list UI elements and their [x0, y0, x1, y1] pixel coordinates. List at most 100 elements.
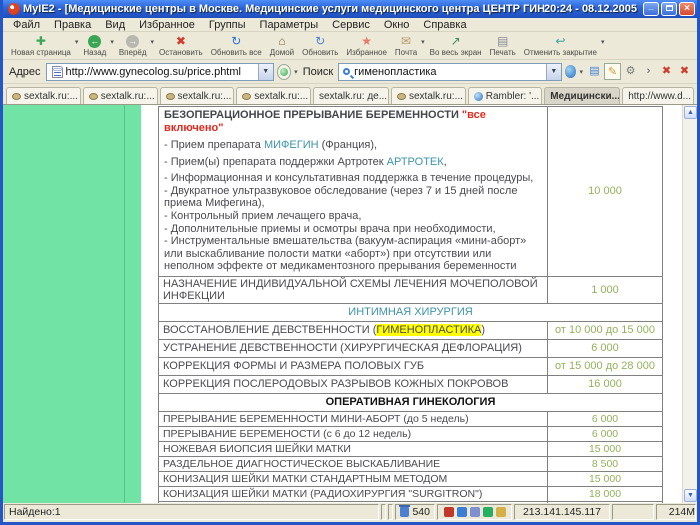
service-price: 16 000 — [547, 376, 662, 393]
trash-icon[interactable] — [400, 507, 409, 517]
closed-pages-panel[interactable]: 540 — [395, 504, 435, 520]
mail-dropdown[interactable]: ▾ — [421, 38, 425, 46]
forward-dropdown[interactable]: ▾ — [151, 38, 155, 46]
go-button[interactable] — [277, 64, 292, 80]
stop-button[interactable]: ✖Остановить — [155, 35, 207, 57]
globe-icon — [474, 92, 483, 101]
globe-icon[interactable] — [565, 65, 577, 78]
menu-Вид[interactable]: Вид — [99, 19, 131, 31]
refresh-all-button[interactable]: ↻Обновить все — [207, 35, 266, 57]
service-price: 10 000 — [547, 107, 662, 276]
forward-button[interactable]: →Вперёд — [115, 35, 151, 57]
service-price: 6 000 — [547, 412, 662, 426]
trash-count: 540 — [412, 506, 430, 518]
service-text: КОРРЕКЦИЯ ФОРМЫ И РАЗМЕРА ПОЛОВЫХ ГУБ — [163, 360, 424, 372]
drug-link[interactable]: МИФЕГИН — [264, 139, 319, 151]
statusbar-plugin-icon[interactable] — [496, 507, 506, 517]
new-page-button[interactable]: ✚Новая страница — [7, 35, 75, 57]
search-input[interactable]: гименопластика ▼ — [338, 63, 562, 81]
statusbar-plugin-icon[interactable] — [444, 507, 454, 517]
favorites-button[interactable]: ★Избранное — [342, 35, 391, 57]
statusbar-plugin-icon[interactable] — [483, 507, 493, 517]
address-dropdown[interactable]: ▼ — [258, 64, 273, 80]
chevron-right-icon[interactable]: › — [640, 63, 657, 80]
drug-link[interactable]: АРТРОТЕК — [387, 156, 444, 168]
home-button[interactable]: ⌂Домой — [266, 35, 298, 57]
table-row: КОРРЕКЦИЯ ФОРМЫ И РАЗМЕРА ПОЛОВЫХ ГУБот … — [159, 358, 662, 376]
table-row: УСТРАНЕНИЕ ДЕВСТВЕННОСТИ (ХИРУРГИЧЕСКАЯ … — [159, 340, 662, 358]
statusbar-plugin-icon[interactable] — [470, 507, 480, 517]
table-row: БЕЗОПЕРАЦИОННОЕ ПРЕРЫВАНИЕ БЕРЕМЕННОСТИ … — [159, 107, 662, 277]
mail-button[interactable]: ✉Почта — [391, 35, 421, 57]
menu-Справка[interactable]: Справка — [417, 19, 472, 31]
search-label: Поиск — [303, 66, 333, 78]
tab-9[interactable]: http://www.d... — [622, 87, 694, 104]
detail-text: (Франция), — [319, 139, 378, 151]
favorites-icon: ★ — [361, 35, 372, 48]
detail-text: - Информационная и консультативная подде… — [164, 172, 533, 184]
service-text: ) — [481, 324, 485, 336]
close-tab-icon[interactable]: ✖ — [658, 63, 675, 80]
new-page-dropdown[interactable]: ▾ — [75, 38, 79, 46]
tab-1[interactable]: sextalk.ru:... — [6, 87, 81, 104]
service-text: ПРЕРЫВАНИЕ БЕРЕМЕННОСТИ МИНИ-АБОРТ (до 5… — [163, 413, 469, 425]
back-dropdown[interactable]: ▾ — [110, 38, 114, 46]
service-price: 15 000 — [547, 472, 662, 486]
search-dropdown[interactable]: ▼ — [546, 64, 561, 80]
service-price: от 10 000 до 15 000 — [547, 322, 662, 339]
section-header: ОПЕРАТИВНАЯ ГИНЕКОЛОГИЯ — [159, 394, 662, 412]
service-price: 8 500 — [547, 457, 662, 471]
tab-5[interactable]: sextalk.ru: де... — [313, 87, 389, 104]
restore-button[interactable] — [661, 2, 677, 16]
minimize-button[interactable]: _ — [643, 2, 659, 16]
service-name: ВОССТАНОВЛЕНИЕ ДЕВСТВЕННОСТИ (ГИМЕНОПЛАС… — [159, 322, 547, 339]
menu-Группы[interactable]: Группы — [203, 19, 252, 31]
table-row: ВОССТАНОВЛЕНИЕ ДЕВСТВЕННОСТИ (ГИМЕНОПЛАС… — [159, 322, 662, 340]
scroll-up-button[interactable]: ▲ — [684, 106, 697, 119]
service-text: НАЗНАЧЕНИЕ ИНДИВИДУАЛЬНОЙ СХЕМЫ ЛЕЧЕНИЯ … — [163, 278, 543, 302]
undo-close-button[interactable]: ↩Отменить закрытие — [520, 35, 601, 57]
close-button[interactable]: × — [679, 2, 695, 16]
service-name: КОНИЗАЦИЯ ШЕЙКИ МАТКИ (РАДИОХИРУРГИЯ "SU… — [159, 487, 547, 501]
service-text: РАЗДЕЛЬНОЕ ДИАГНОСТИЧЕСКОЕ ВЫСКАБЛИВАНИЕ — [163, 458, 440, 470]
scroll-down-button[interactable]: ▼ — [684, 489, 697, 502]
vertical-scrollbar[interactable]: ▲ ▼ — [682, 105, 697, 503]
find-result-status: Найдено:1 — [4, 504, 379, 520]
close-all-icon[interactable]: ✖ — [676, 63, 693, 80]
menu-Сервис[interactable]: Сервис — [326, 19, 376, 31]
title-bar: MyIE2 - [Медицинские центры в Москве. Ме… — [3, 0, 697, 18]
service-price: 18 000 — [547, 487, 662, 501]
menu-Файл[interactable]: Файл — [7, 19, 46, 31]
price-table: БЕЗОПЕРАЦИОННОЕ ПРЕРЫВАНИЕ БЕРЕМЕННОСТИ … — [158, 106, 663, 503]
find-on-page-icon[interactable]: ▤ — [586, 63, 603, 80]
menu-Окно[interactable]: Окно — [378, 19, 416, 31]
back-button[interactable]: ←Назад — [79, 35, 110, 57]
tab-3[interactable]: sextalk.ru:... — [160, 87, 235, 104]
fullscreen-button[interactable]: ↗Во весь экран — [426, 35, 486, 57]
search-icon — [343, 68, 350, 75]
chat-icon — [12, 93, 21, 100]
tab-label: sextalk.ru:... — [409, 91, 463, 102]
tab-6[interactable]: sextalk.ru:... — [391, 87, 466, 104]
print-button[interactable]: ▤Печать — [486, 35, 520, 57]
highlighter-icon[interactable]: ✎ — [604, 63, 621, 80]
chat-icon — [166, 93, 175, 100]
tab-label: Медицински... — [550, 91, 620, 102]
menu-Параметры[interactable]: Параметры — [254, 19, 325, 31]
gear-icon[interactable]: ⚙ — [622, 63, 639, 80]
service-text: ВОССТАНОВЛЕНИЕ ДЕВСТВЕННОСТИ ( — [163, 324, 376, 336]
statusbar-plugin-icon[interactable] — [457, 507, 467, 517]
tab-8[interactable]: Медицински... — [544, 87, 620, 104]
menu-Избранное[interactable]: Избранное — [133, 19, 201, 31]
refresh-button[interactable]: ↻Обновить — [298, 35, 342, 57]
tab-4[interactable]: sextalk.ru:... — [236, 87, 311, 104]
tab-7[interactable]: Rambler: '... — [468, 87, 542, 104]
undo-close-dropdown[interactable]: ▾ — [601, 38, 605, 46]
menu-Правка[interactable]: Правка — [48, 19, 97, 31]
tab-2[interactable]: sextalk.ru:... — [83, 87, 158, 104]
go-dropdown[interactable]: ▾ — [294, 68, 298, 76]
address-input[interactable]: http://www.gynecolog.su/price.phtml ▼ — [46, 63, 274, 81]
table-row: РАЗДЕЛЬНОЕ ДИАГНОСТИЧЕСКОЕ ВЫСКАБЛИВАНИЕ… — [159, 457, 662, 472]
package-title: БЕЗОПЕРАЦИОННОЕ ПРЕРЫВАНИЕ БЕРЕМЕННОСТИ — [164, 109, 462, 121]
globe-dropdown[interactable]: ▾ — [579, 68, 583, 76]
